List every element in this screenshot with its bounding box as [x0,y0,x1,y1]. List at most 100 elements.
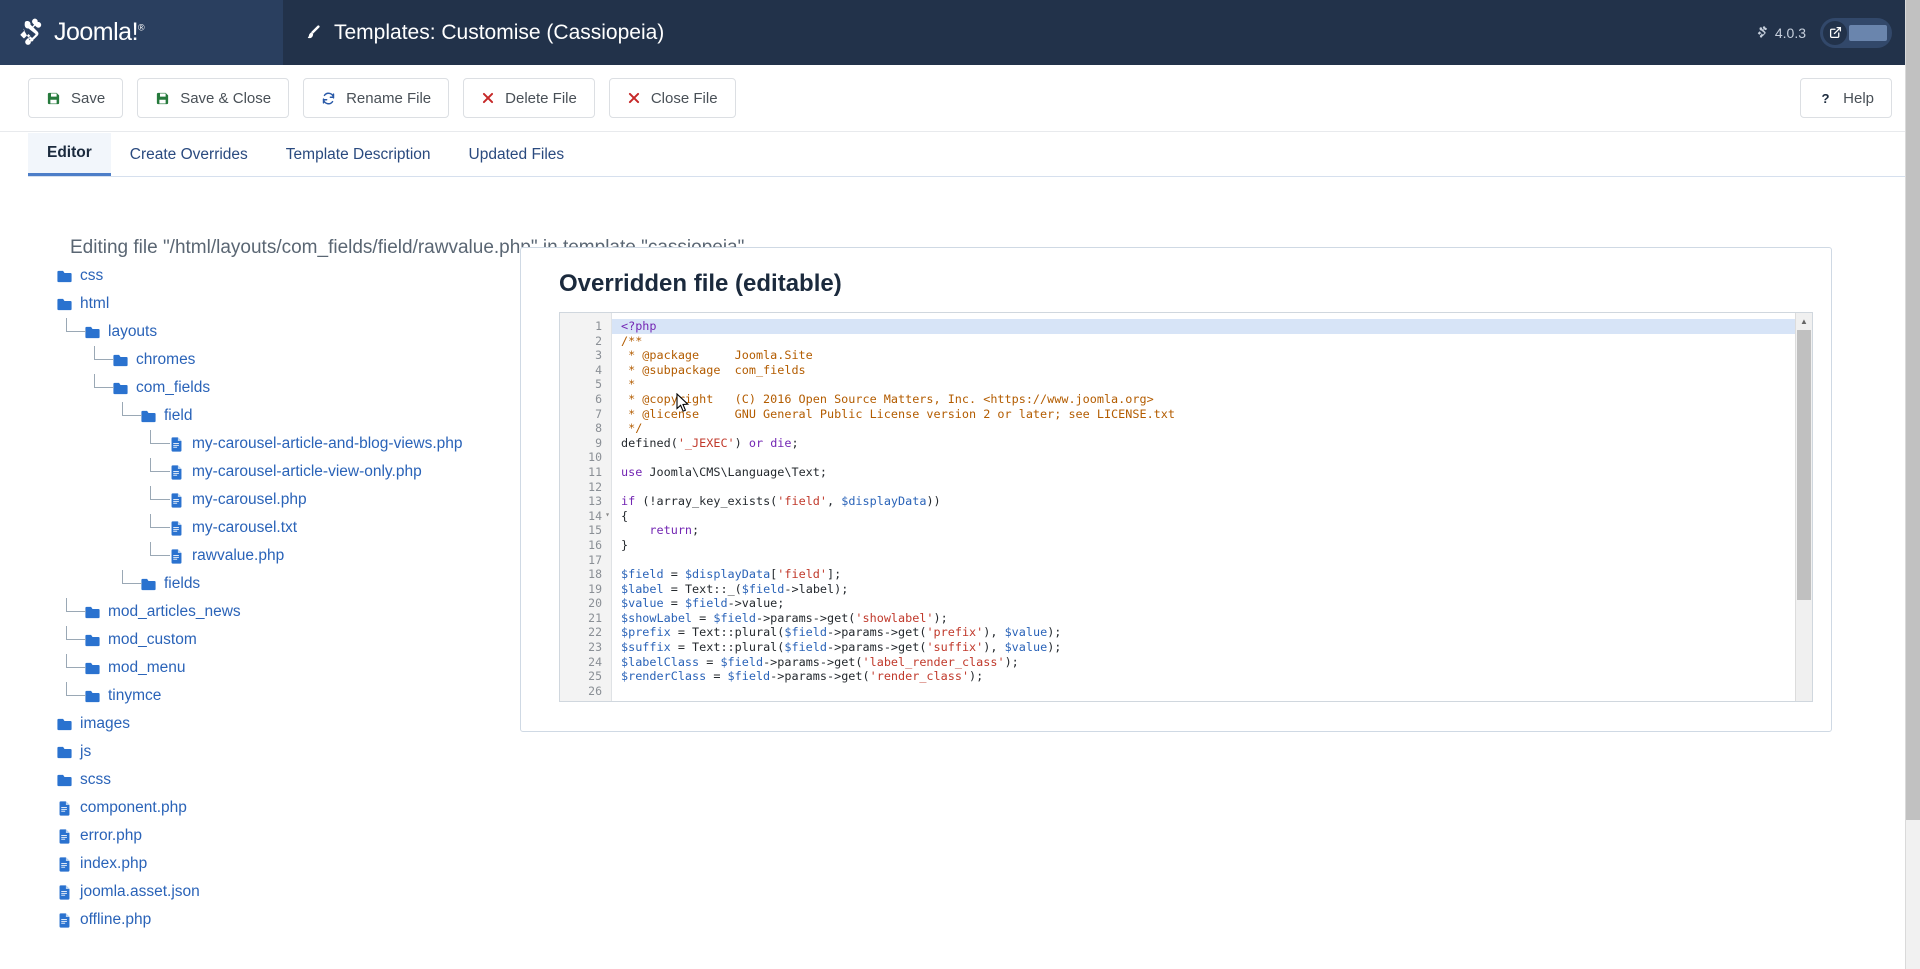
file-tree-folder-item[interactable]: mod_articles_news [56,598,516,626]
save-and-close-button[interactable]: Save & Close [137,78,290,118]
toggle-track [1849,24,1887,41]
close-file-button[interactable]: Close File [608,78,736,118]
code-line: /** [621,334,1812,349]
file-tree-file-item[interactable]: my-carousel-article-and-blog-views.php [56,430,516,458]
code-token: = [663,567,685,582]
file-tree-file-item[interactable]: index.php [56,850,516,878]
file-tree-item-label: offline.php [80,911,152,928]
file-tree-folder-item[interactable]: field [56,402,516,430]
code-line: * @package Joomla.Site [621,348,1812,363]
file-tree-file-item[interactable]: joomla.asset.json [56,878,516,906]
folder-icon [112,380,136,397]
file-tree-folder-item[interactable]: fields [56,570,516,598]
file-tree-item-label: layouts [108,323,158,340]
file-tree-file-item[interactable]: offline.php [56,906,516,934]
delete-file-button-label: Delete File [505,89,577,107]
code-token: ); [1047,640,1062,655]
tree-connector-line [94,346,114,360]
code-token: $field [784,625,827,640]
tabs-container: Editor Create Overrides Template Descrip… [0,132,1920,177]
save-disk-icon [46,91,61,106]
code-token: <?php [621,319,657,333]
file-icon [168,492,192,509]
code-token: , [827,494,842,509]
code-token: Text [684,581,714,596]
help-button[interactable]: ? Help [1800,78,1892,118]
file-tree-item-label: my-carousel.txt [192,519,298,536]
folder-icon [56,716,80,733]
tree-connector-line [150,486,170,500]
file-tree-folder-item[interactable]: images [56,710,516,738]
code-token: ::plural( [720,625,785,640]
page-scrollbar-thumb[interactable] [1906,0,1920,820]
brand-area[interactable]: Joomla!® [0,0,283,65]
code-line: use Joomla\CMS\Language\Text; [621,465,1812,480]
brush-icon [302,23,322,43]
file-tree-item-label: error.php [80,827,143,844]
line-number: 13 [588,494,602,509]
code-token: } [621,537,629,552]
tab-template-description[interactable]: Template Description [267,133,450,176]
file-tree-folder-item[interactable]: tinymce [56,682,516,710]
line-number: 3 [595,348,602,363]
code-line: $labelClass = $field->params->get('label… [621,655,1812,670]
delete-file-button[interactable]: Delete File [463,78,595,118]
page-vertical-scrollbar[interactable] [1905,0,1920,969]
code-token: $field [720,654,764,669]
file-tree-folder-item[interactable]: css [56,262,516,290]
tab-updated-files[interactable]: Updated Files [450,133,584,176]
joomla-logo[interactable]: Joomla!® [16,18,145,48]
line-number: 17 [588,552,602,567]
line-number: 12 [588,479,602,494]
tab-create-overrides[interactable]: Create Overrides [111,133,267,176]
file-icon [168,464,192,481]
code-vertical-scrollbar[interactable]: ▲ [1795,313,1812,701]
template-file-tree: css html layouts chromes com_fields field my-c… [56,262,516,934]
code-editor[interactable]: 1 2 3 4 5 6 7 8 9 10 11 12 13 14 ▾ 15 16 17 18 19 20 21 22 23 24… [559,312,1813,702]
code-token: if [621,494,636,509]
code-token: ->value; [727,596,785,611]
code-text-area[interactable]: <?php/** * @package Joomla.Site * @subpa… [612,313,1812,701]
code-token: $field [741,581,785,596]
code-fold-toggle-icon[interactable]: ▾ [605,510,610,519]
code-line: $label = Text::_($field->label); [621,582,1812,597]
tab-editor-label: Editor [47,144,92,161]
scroll-up-arrow-icon[interactable]: ▲ [1796,313,1812,329]
close-file-button-label: Close File [650,89,718,107]
code-scrollbar-thumb[interactable] [1797,330,1811,600]
line-number: 23 [588,640,602,655]
code-token: * @subpackage com_fields [621,362,806,377]
tab-editor[interactable]: Editor [28,133,111,176]
tree-connector-line [66,654,86,668]
rename-file-button[interactable]: Rename File [303,78,450,118]
file-tree-file-item[interactable]: component.php [56,794,516,822]
save-button[interactable]: Save [28,78,124,118]
code-token: = [670,640,693,655]
joomla-small-mark-icon [1757,26,1767,38]
file-tree-item-label: mod_custom [108,631,197,648]
file-tree-file-item[interactable]: error.php [56,822,516,850]
file-tree-folder-item[interactable]: js [56,738,516,766]
joomla-mark-icon [16,18,46,48]
file-tree-folder-item[interactable]: html [56,290,516,318]
line-number-gutter: 1 2 3 4 5 6 7 8 9 10 11 12 13 14 ▾ 15 16 17 18 19 20 21 22 23 24… [560,313,612,701]
site-preview-toggle[interactable] [1820,17,1892,48]
file-tree-folder-item[interactable]: mod_menu [56,654,516,682]
file-tree-folder-item[interactable]: layouts [56,318,516,346]
tree-connector-line [94,374,114,388]
file-tree-file-item[interactable]: rawvalue.php [56,542,516,570]
code-token: * @package Joomla.Site [621,348,813,363]
file-tree-folder-item[interactable]: mod_custom [56,626,516,654]
file-tree-file-item[interactable]: my-carousel.php [56,486,516,514]
line-number: 1 [595,319,602,333]
file-tree-folder-item[interactable]: chromes [56,346,516,374]
file-tree-file-item[interactable]: my-carousel.txt [56,514,516,542]
page-heading: Templates: Customise (Cassiopeia) [302,21,664,45]
main-content: Editing file "/html/layouts/com_fields/f… [0,177,1920,969]
line-number: 26 [588,683,602,698]
file-tree-file-item[interactable]: my-carousel-article-view-only.php [56,458,516,486]
file-tree-folder-item[interactable]: com_fields [56,374,516,402]
help-button-label: Help [1843,89,1874,107]
code-token: * [621,377,636,392]
file-tree-folder-item[interactable]: scss [56,766,516,794]
